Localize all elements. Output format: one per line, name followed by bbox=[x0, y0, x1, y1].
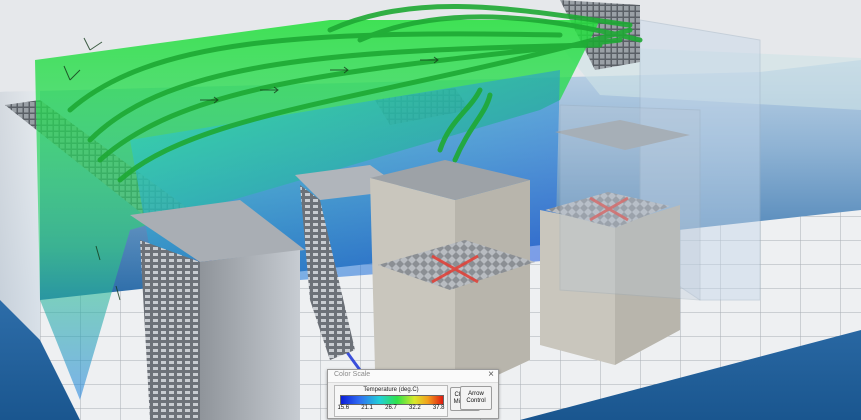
panel-title: Color Scale bbox=[334, 371, 371, 378]
rack-row-left-front bbox=[140, 240, 200, 420]
crac-unit-1-front bbox=[455, 180, 530, 395]
cfd-viewport[interactable] bbox=[0, 0, 861, 420]
scale-tick: 32.2 bbox=[409, 405, 421, 411]
close-icon[interactable]: × bbox=[488, 369, 494, 380]
rack-left-side bbox=[200, 250, 300, 420]
scale-label: Temperature (deg.C) bbox=[363, 387, 419, 393]
arrow-control-button[interactable]: Arrow Control bbox=[460, 386, 492, 410]
color-gradient-bar bbox=[340, 395, 444, 405]
containment-tower bbox=[559, 104, 701, 301]
scale-tick: 26.7 bbox=[385, 405, 397, 411]
scale-ticks: 15.6 21.1 26.7 32.2 37.8 bbox=[337, 405, 445, 413]
scale-tick: 37.8 bbox=[432, 405, 445, 411]
temperature-scale: Temperature (deg.C) 15.6 21.1 26.7 32.2 … bbox=[334, 385, 448, 417]
scale-tick: 15.6 bbox=[337, 405, 350, 411]
panel-titlebar[interactable]: Color Scale × bbox=[328, 369, 498, 383]
scale-tick: 21.1 bbox=[361, 405, 373, 411]
